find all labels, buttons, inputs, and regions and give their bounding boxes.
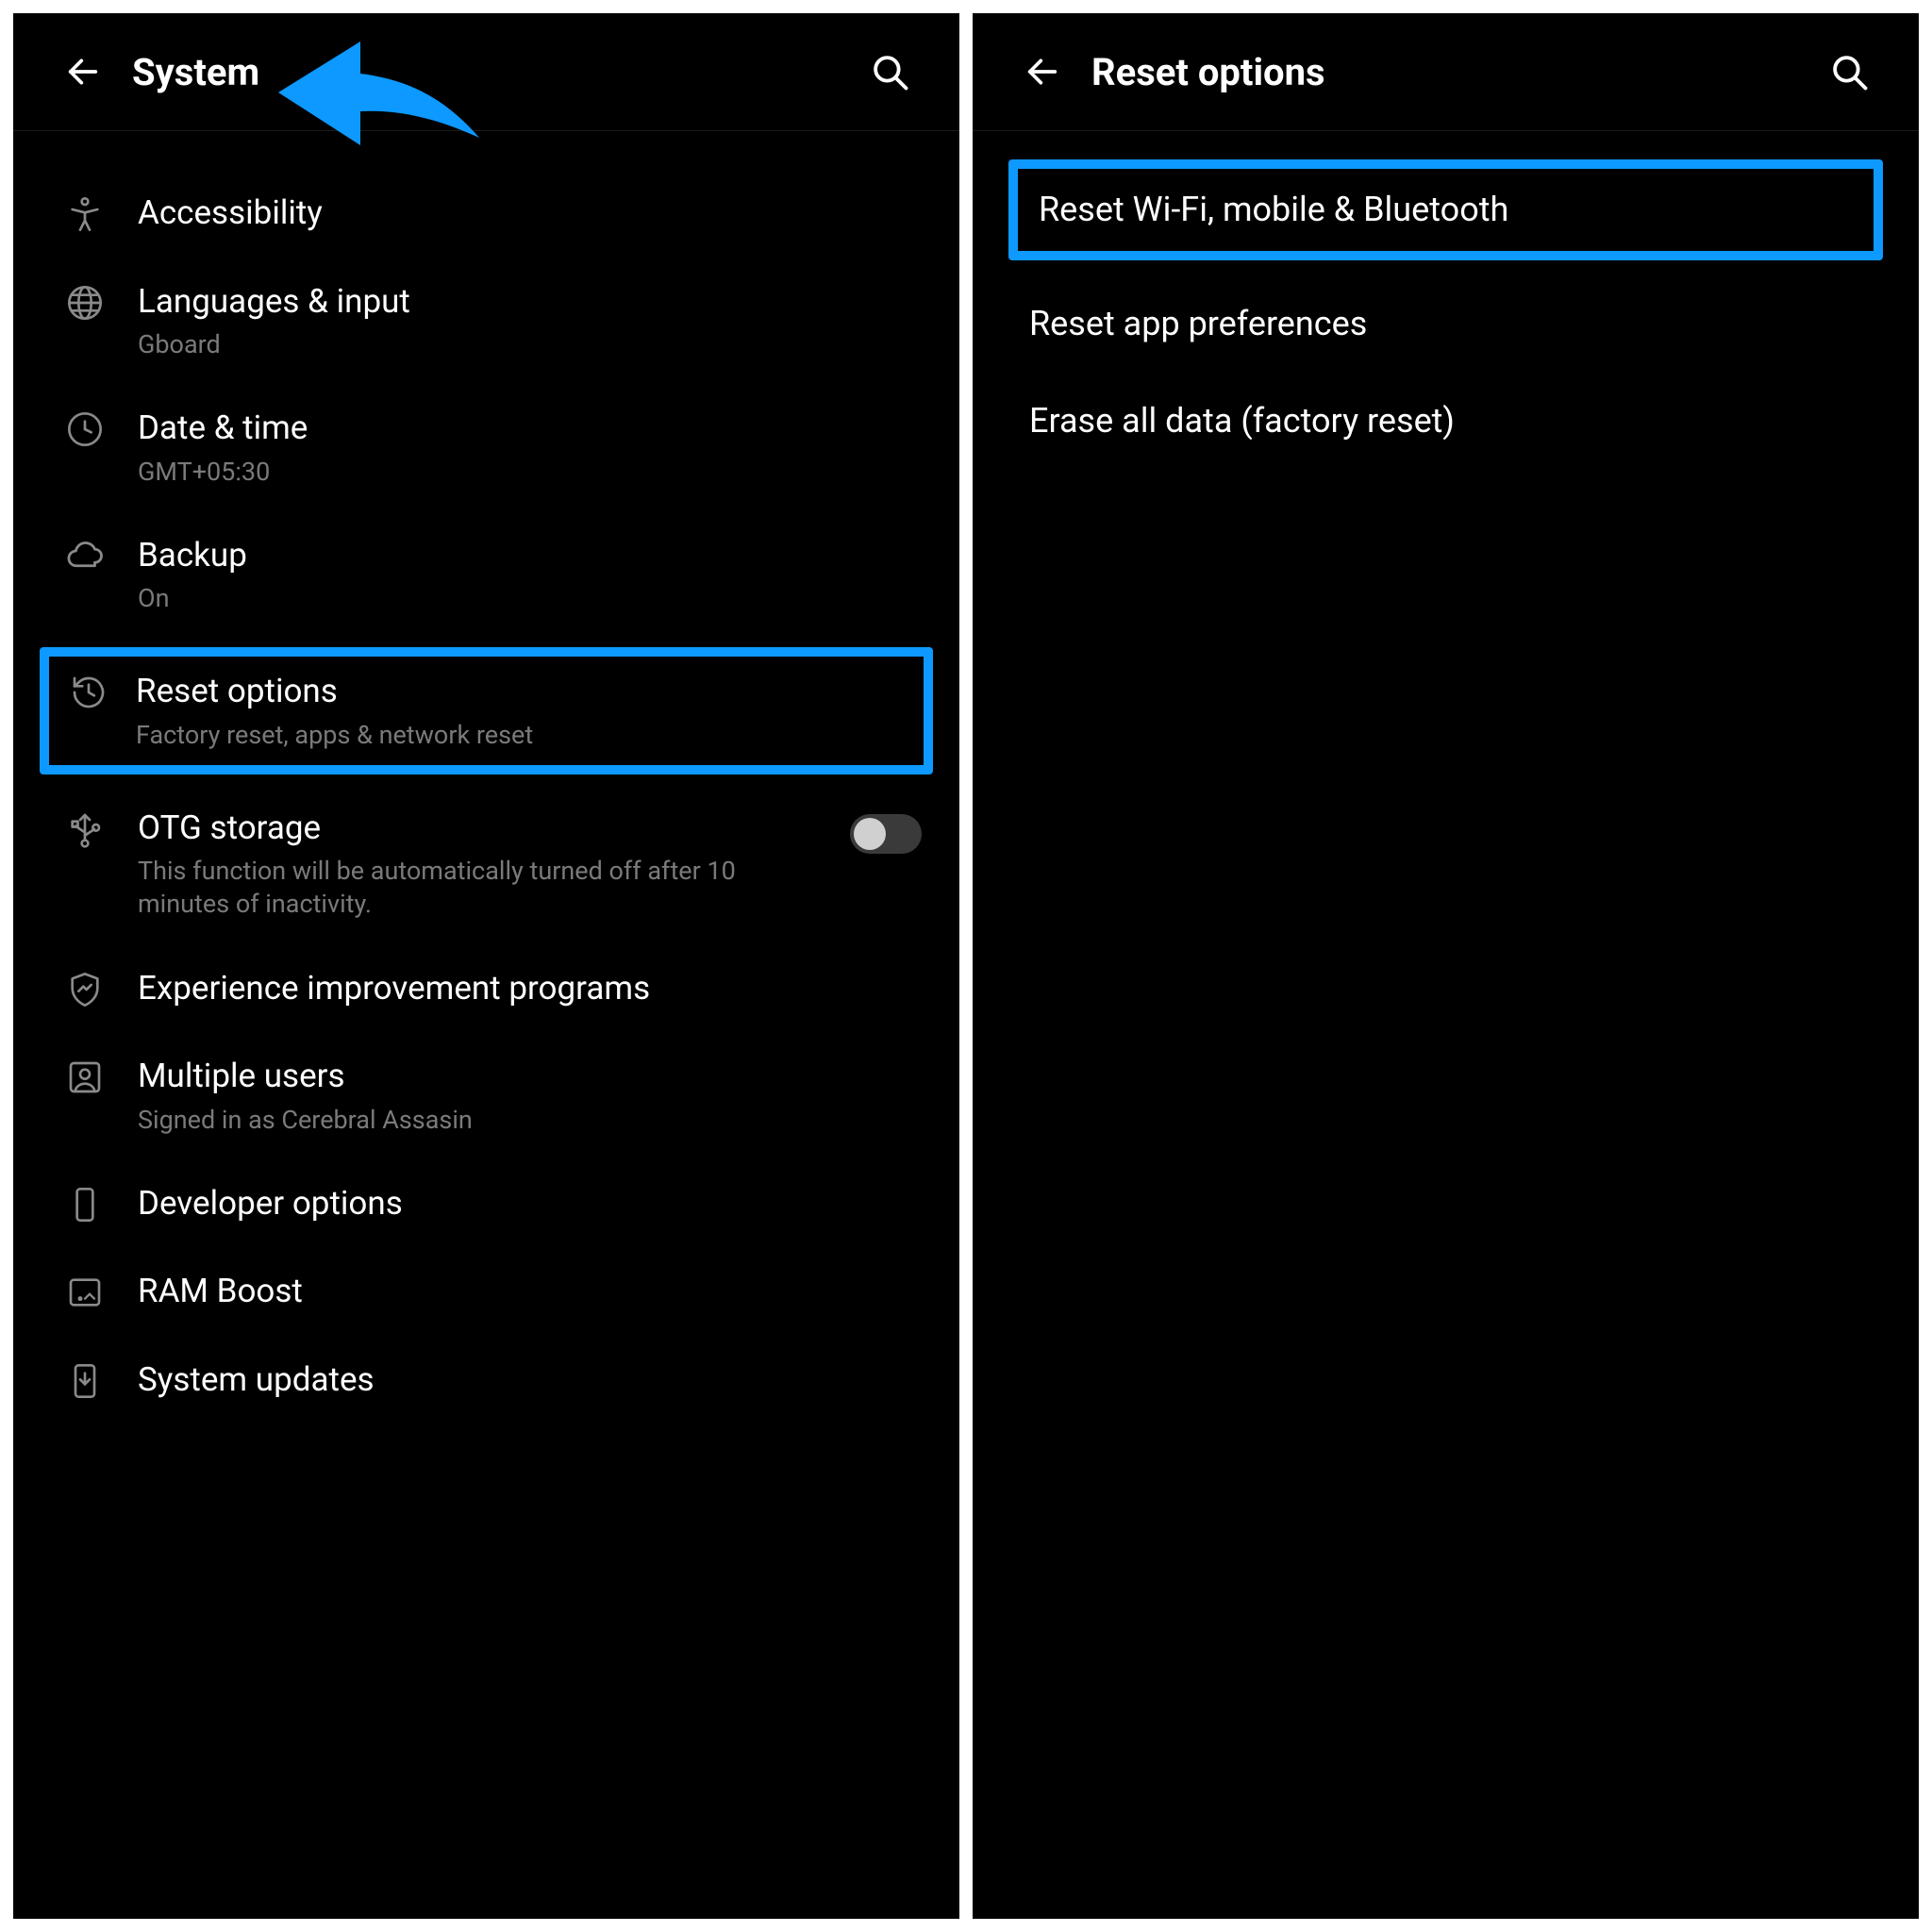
- shield-up-icon: [51, 971, 119, 1008]
- item-subtitle: This function will be automatically turn…: [138, 855, 831, 921]
- item-subtitle: On: [138, 582, 903, 615]
- search-icon[interactable]: [867, 49, 912, 94]
- item-title: Languages & input: [138, 280, 903, 324]
- page-title: System: [132, 50, 867, 94]
- usb-icon: [51, 810, 119, 848]
- system-settings-panel: System Accessibility Languages & input G…: [13, 13, 959, 1919]
- settings-list: Accessibility Languages & input Gboard D…: [13, 131, 959, 1919]
- settings-item-system-updates[interactable]: System updates: [13, 1336, 959, 1424]
- settings-item-experience-programs[interactable]: Experience improvement programs: [13, 944, 959, 1033]
- item-title: Reset app preferences: [1029, 302, 1862, 346]
- item-title: Experience improvement programs: [138, 967, 903, 1010]
- item-subtitle: Factory reset, apps & network reset: [136, 719, 893, 752]
- reset-options-list: Reset Wi-Fi, mobile & Bluetooth Reset ap…: [973, 131, 1919, 1919]
- back-button[interactable]: [60, 49, 106, 94]
- settings-item-date-time[interactable]: Date & time GMT+05:30: [13, 384, 959, 511]
- item-title: Date & time: [138, 407, 903, 450]
- ram-icon: [51, 1274, 119, 1311]
- phone-icon: [51, 1186, 119, 1224]
- globe-icon: [51, 284, 119, 322]
- item-subtitle: Signed in as Cerebral Assasin: [138, 1104, 903, 1137]
- item-subtitle: Gboard: [138, 328, 903, 361]
- header-bar: System: [13, 13, 959, 131]
- settings-item-multiple-users[interactable]: Multiple users Signed in as Cerebral Ass…: [13, 1032, 959, 1159]
- back-button[interactable]: [1020, 49, 1065, 94]
- page-title: Reset options: [1091, 50, 1826, 94]
- item-title: Backup: [138, 534, 903, 577]
- item-title: Multiple users: [138, 1055, 903, 1098]
- item-title: Developer options: [138, 1182, 903, 1225]
- person-box-icon: [51, 1058, 119, 1096]
- item-title: Erase all data (factory reset): [1029, 399, 1862, 443]
- settings-item-otg-storage[interactable]: OTG storage This function will be automa…: [13, 784, 959, 944]
- settings-item-reset-options[interactable]: Reset options Factory reset, apps & netw…: [40, 647, 933, 774]
- search-icon[interactable]: [1826, 49, 1872, 94]
- cloud-icon: [51, 538, 119, 577]
- reset-options-panel: Reset options Reset Wi-Fi, mobile & Blue…: [973, 13, 1919, 1919]
- settings-item-accessibility[interactable]: Accessibility: [13, 169, 959, 258]
- settings-item-backup[interactable]: Backup On: [13, 511, 959, 639]
- clock-icon: [51, 410, 119, 448]
- otg-toggle[interactable]: [850, 814, 922, 854]
- item-title: RAM Boost: [138, 1270, 903, 1313]
- history-icon: [60, 674, 117, 711]
- settings-item-developer-options[interactable]: Developer options: [13, 1159, 959, 1248]
- reset-item-app-preferences[interactable]: Reset app preferences: [973, 275, 1919, 373]
- settings-item-ram-boost[interactable]: RAM Boost: [13, 1247, 959, 1336]
- settings-item-languages[interactable]: Languages & input Gboard: [13, 258, 959, 385]
- accessibility-icon: [51, 195, 119, 233]
- item-title: Reset Wi-Fi, mobile & Bluetooth: [1039, 188, 1853, 232]
- item-title: Accessibility: [138, 192, 903, 235]
- item-title: System updates: [138, 1358, 903, 1402]
- reset-item-erase-all-data[interactable]: Erase all data (factory reset): [973, 373, 1919, 470]
- item-title: Reset options: [136, 670, 893, 713]
- item-title: OTG storage: [138, 807, 831, 850]
- download-phone-icon: [51, 1362, 119, 1400]
- item-subtitle: GMT+05:30: [138, 456, 903, 489]
- header-bar: Reset options: [973, 13, 1919, 131]
- reset-item-wifi-mobile-bluetooth[interactable]: Reset Wi-Fi, mobile & Bluetooth: [1008, 159, 1883, 260]
